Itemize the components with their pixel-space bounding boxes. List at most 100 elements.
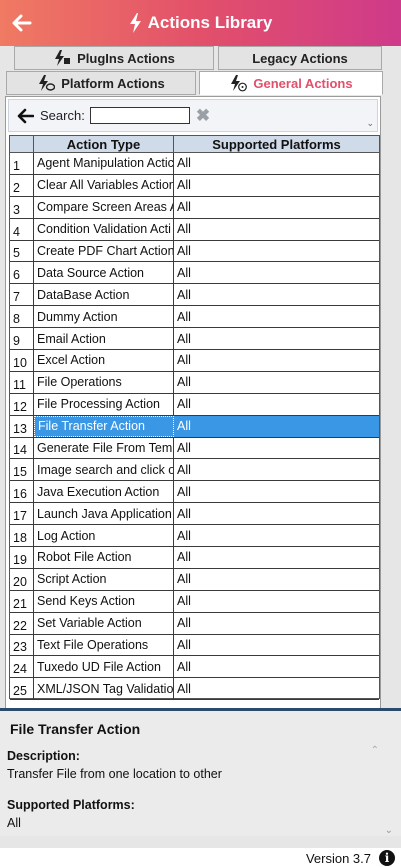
action-type-cell[interactable]: Dummy Action (34, 306, 174, 328)
table-row[interactable]: 18 Log Action All (10, 525, 379, 548)
action-type-cell[interactable]: Agent Manipulation Actic (34, 153, 174, 174)
table-row[interactable]: 14 Generate File From Temp All (10, 437, 379, 460)
action-type-cell[interactable]: Send Keys Action (34, 590, 174, 612)
supported-platforms-cell[interactable]: All (174, 284, 379, 305)
supported-platforms-cell[interactable]: All (174, 394, 379, 415)
row-number: 8 (10, 306, 34, 328)
action-type-cell[interactable]: Compare Screen Areas Ac (34, 196, 174, 218)
supported-platforms-cell[interactable]: All (174, 591, 379, 612)
table-row[interactable]: 3 Compare Screen Areas Ac All (10, 196, 379, 219)
action-type-cell[interactable]: Tuxedo UD File Action (34, 656, 174, 678)
tab-platform-actions[interactable]: Platform Actions (6, 71, 196, 95)
supported-platforms-cell[interactable]: All (174, 372, 379, 393)
supported-platforms-cell[interactable]: All (174, 153, 379, 174)
row-number: 25 (10, 678, 34, 700)
table-row[interactable]: 13 File Transfer Action All (10, 415, 379, 438)
tab-general-actions[interactable]: General Actions (199, 71, 383, 95)
action-type-cell[interactable]: Email Action (34, 328, 174, 350)
supported-platforms-cell[interactable]: All (174, 328, 379, 349)
tab-label: PlugIns Actions (77, 50, 175, 66)
table-row[interactable]: 7 DataBase Action All (10, 284, 379, 307)
info-icon[interactable]: i (379, 850, 395, 866)
table-row[interactable]: 1 Agent Manipulation Actic All (10, 153, 379, 175)
row-number: 15 (10, 459, 34, 481)
table-row[interactable]: 2 Clear All Variables Action All (10, 174, 379, 197)
table-row[interactable]: 10 Excel Action All (10, 350, 379, 372)
action-type-cell[interactable]: Java Execution Action (34, 481, 174, 503)
table-row[interactable]: 4 Condition Validation Acti All (10, 218, 379, 241)
row-number: 6 (10, 262, 34, 284)
action-type-cell[interactable]: Excel Action (34, 350, 174, 371)
table-row[interactable]: 22 Set Variable Action All (10, 612, 379, 635)
action-type-cell[interactable]: Text File Operations (34, 634, 174, 656)
clear-x-icon[interactable]: ✖ (196, 107, 210, 124)
table-row[interactable]: 25 XML/JSON Tag Validation All (10, 678, 379, 701)
supported-platforms-cell[interactable]: All (174, 569, 379, 590)
actions-panel: Search: ✖ ⌄ Action Type Supported Platfo… (5, 96, 381, 754)
action-type-cell[interactable]: Launch Java Application (34, 503, 174, 525)
supported-platforms-cell[interactable]: All (174, 503, 379, 524)
supported-platforms-cell[interactable]: All (174, 306, 379, 327)
supported-platforms-cell[interactable]: All (174, 241, 379, 262)
action-type-cell[interactable]: File Operations (34, 371, 174, 393)
supported-platforms-cell[interactable]: All (174, 219, 379, 240)
action-type-cell[interactable]: Log Action (34, 525, 174, 547)
table-row[interactable]: 21 Send Keys Action All (10, 590, 379, 613)
supported-platforms-cell[interactable]: All (174, 350, 379, 371)
table-row[interactable]: 24 Tuxedo UD File Action All (10, 656, 379, 679)
action-type-cell[interactable]: Script Action (34, 568, 174, 590)
scroll-up-icon[interactable]: ⌃ (371, 745, 379, 756)
table-row[interactable]: 6 Data Source Action All (10, 262, 379, 285)
scroll-down-icon[interactable]: ⌄ (385, 825, 393, 836)
action-type-cell[interactable]: Clear All Variables Action (34, 174, 174, 196)
search-input[interactable] (89, 107, 190, 124)
row-number: 24 (10, 656, 34, 678)
supported-platforms-value: All (7, 816, 21, 830)
action-type-cell[interactable]: Data Source Action (34, 262, 174, 284)
action-type-cell[interactable]: XML/JSON Tag Validation (34, 678, 174, 700)
supported-platforms-cell[interactable]: All (174, 613, 379, 634)
tab-label: General Actions (253, 75, 353, 91)
action-type-cell[interactable]: Create PDF Chart Action (34, 240, 174, 262)
table-row[interactable]: 12 File Processing Action All (10, 393, 379, 416)
row-number: 10 (10, 350, 34, 371)
table-row[interactable]: 16 Java Execution Action All (10, 481, 379, 504)
supported-platforms-cell[interactable]: All (174, 481, 379, 502)
action-type-cell[interactable]: Set Variable Action (34, 612, 174, 634)
action-type-cell[interactable]: DataBase Action (34, 284, 174, 306)
table-row[interactable]: 19 Robot File Action All (10, 547, 379, 569)
supported-platforms-cell[interactable]: All (174, 525, 379, 546)
table-row[interactable]: 11 File Operations All (10, 371, 379, 394)
table-row[interactable]: 23 Text File Operations All (10, 634, 379, 657)
action-type-cell[interactable]: Condition Validation Acti (34, 218, 174, 240)
back-arrow-icon[interactable] (10, 12, 32, 34)
action-type-cell[interactable]: Robot File Action (34, 547, 174, 568)
supported-platforms-cell[interactable]: All (174, 635, 379, 656)
supported-platforms-cell[interactable]: All (174, 197, 379, 218)
supported-platforms-cell[interactable]: All (174, 175, 379, 196)
action-type-cell[interactable]: Generate File From Temp (34, 437, 174, 459)
table-row[interactable]: 17 Launch Java Application All (10, 503, 379, 526)
table-row[interactable]: 15 Image search and click or All (10, 459, 379, 482)
row-number: 5 (10, 240, 34, 262)
supported-platforms-cell[interactable]: All (174, 415, 379, 437)
back-arrow-icon[interactable] (16, 108, 34, 124)
table-row[interactable]: 5 Create PDF Chart Action All (10, 240, 379, 263)
action-type-cell[interactable]: File Processing Action (34, 393, 174, 415)
column-header-supported-platforms[interactable]: Supported Platforms (174, 136, 379, 152)
column-header-action-type[interactable]: Action Type (34, 136, 174, 152)
table-row[interactable]: 9 Email Action All (10, 328, 379, 351)
table-row[interactable]: 20 Script Action All (10, 568, 379, 591)
supported-platforms-cell[interactable]: All (174, 656, 379, 677)
tab-plugins-actions[interactable]: PlugIns Actions (14, 46, 214, 70)
action-type-cell[interactable]: Image search and click or (34, 459, 174, 481)
tab-legacy-actions[interactable]: Legacy Actions (218, 46, 382, 70)
supported-platforms-cell[interactable]: All (174, 547, 379, 568)
supported-platforms-cell[interactable]: All (174, 678, 379, 699)
action-type-cell[interactable]: File Transfer Action (34, 415, 174, 437)
supported-platforms-cell[interactable]: All (174, 262, 379, 283)
header-title: Actions Library (129, 13, 272, 33)
supported-platforms-cell[interactable]: All (174, 459, 379, 480)
supported-platforms-cell[interactable]: All (174, 438, 379, 459)
table-row[interactable]: 8 Dummy Action All (10, 306, 379, 329)
